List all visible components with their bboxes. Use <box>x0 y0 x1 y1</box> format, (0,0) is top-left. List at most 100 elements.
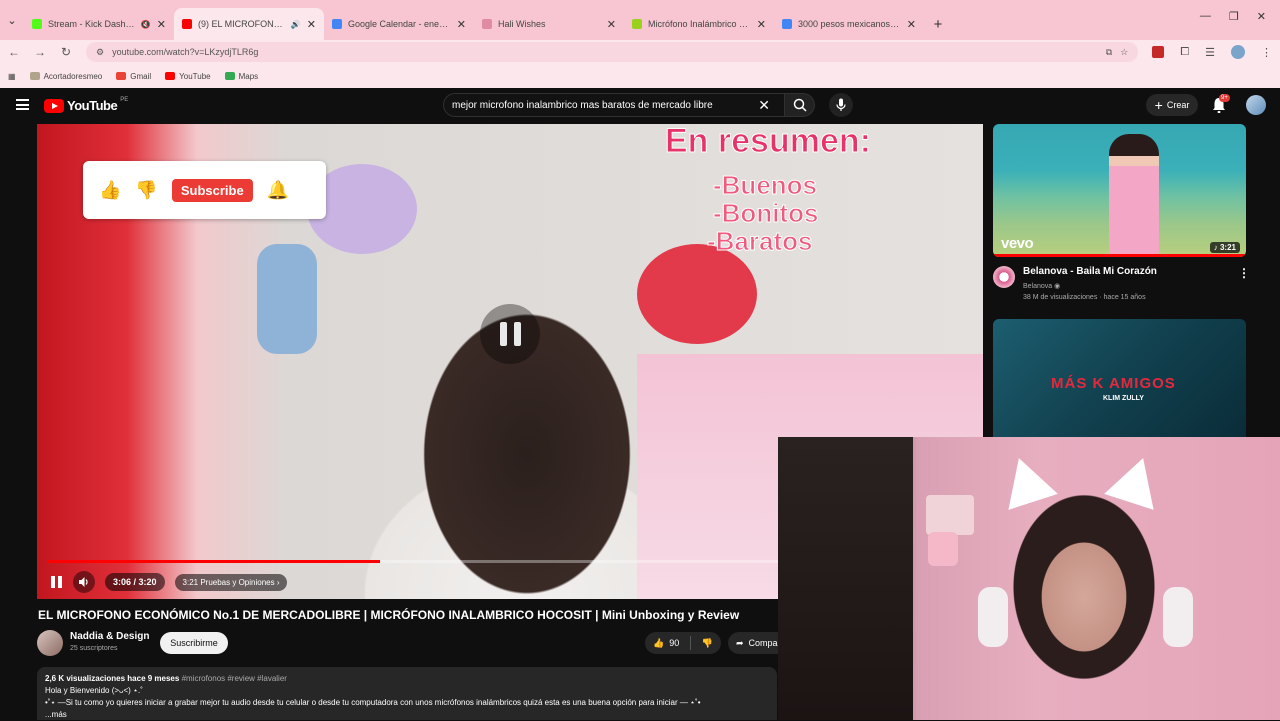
close-tab-icon[interactable]: ✕ <box>307 18 316 31</box>
bookmark-maps[interactable]: Maps <box>224 72 258 81</box>
description-line: •˚⋆ —Si tu como yo quieres iniciar a gra… <box>45 698 701 707</box>
install-app-icon[interactable]: ⧉ <box>1106 47 1112 58</box>
show-more-link[interactable]: ...más <box>45 709 769 721</box>
thumbnail-figure <box>1109 134 1159 257</box>
subscriber-count: 25 suscriptores <box>70 645 118 652</box>
address-bar[interactable]: ⚙ youtube.com/watch?v=LKzydjTLR6g ⧉ ☆ <box>86 42 1139 62</box>
bookmark-youtube[interactable]: YouTube <box>165 71 211 81</box>
extension-icon[interactable] <box>1152 46 1165 58</box>
apps-grid-icon[interactable]: ▦ <box>8 72 16 81</box>
maps-icon <box>224 72 235 80</box>
close-tab-icon[interactable]: ✕ <box>457 18 466 31</box>
tab-hali-wishes[interactable]: Hali Wishes ✕ <box>474 8 624 40</box>
more-actions-icon[interactable]: ⋮ <box>1238 266 1250 280</box>
tab-title: 3000 pesos mexicanos a soles <box>798 19 901 29</box>
close-window-icon[interactable]: ✕ <box>1257 10 1266 23</box>
webcam-background-bag <box>928 532 958 566</box>
pause-bar <box>513 322 521 346</box>
overlay-line: -Bonitos <box>712 198 819 229</box>
volume-button[interactable] <box>73 571 95 593</box>
overlay-line: -Buenos <box>713 170 818 201</box>
pause-button[interactable] <box>51 576 63 588</box>
recommended-channel-name[interactable]: Belanova ◉ <box>1023 282 1060 290</box>
channel-name[interactable]: Naddia & Design <box>70 631 149 642</box>
channel-avatar[interactable] <box>37 630 63 656</box>
restore-icon[interactable]: ❐ <box>1229 10 1239 23</box>
bookmark-acortadores[interactable]: Acortadoresmeo <box>29 71 103 81</box>
clear-search-icon[interactable]: ✕ <box>758 97 770 114</box>
tab-currency-search[interactable]: 3000 pesos mexicanos a soles ✕ <box>774 8 924 40</box>
view-count: 2,6 K visualizaciones <box>45 674 126 683</box>
bookmark-label: Acortadoresmeo <box>43 71 103 81</box>
profile-avatar[interactable] <box>1231 45 1245 59</box>
google-favicon-icon <box>782 19 792 29</box>
reload-icon[interactable]: ↻ <box>60 45 72 59</box>
notification-count-badge: 9+ <box>1219 94 1230 102</box>
muted-icon[interactable]: 🔇 <box>141 20 151 29</box>
notifications-button[interactable]: 9+ <box>1211 94 1230 114</box>
tab-title: Hali Wishes <box>498 19 546 29</box>
account-avatar[interactable] <box>1246 95 1266 115</box>
minimize-icon[interactable]: — <box>1200 10 1211 23</box>
new-tab-button[interactable]: + <box>924 8 952 40</box>
reading-list-icon[interactable]: ☰ <box>1205 46 1215 59</box>
browser-tab-strip: ⌄ Stream - Kick Dashboard 🔇 ✕ (9) EL MIC… <box>0 0 1280 40</box>
close-tab-icon[interactable]: ✕ <box>757 18 766 31</box>
webcam-background-closet <box>778 437 913 720</box>
search-input[interactable]: mejor microfono inalambrico mas baratos … <box>443 93 785 117</box>
dislike-button[interactable]: 👎 <box>702 638 713 649</box>
tab-google-calendar[interactable]: Google Calendar - enero de 20... ✕ <box>324 8 474 40</box>
progress-fill <box>47 560 381 563</box>
recommended-video-thumbnail[interactable]: MÁS K AMIGOS KLIM ZULLY <box>993 319 1246 437</box>
recommended-video-meta: 38 M de visualizaciones · hace 15 años <box>1023 294 1146 301</box>
site-info-icon[interactable]: ⚙ <box>96 47 104 58</box>
browser-toolbar: ← → ↻ ⚙ youtube.com/watch?v=LKzydjTLR6g … <box>0 40 1280 64</box>
description-meta: 2,6 K visualizaciones hace 9 meses #micr… <box>45 673 769 685</box>
url-text[interactable]: youtube.com/watch?v=LKzydjTLR6g <box>112 47 1098 57</box>
overlay-headline: En resumen: <box>665 124 872 161</box>
bookmark-label: YouTube <box>179 71 211 81</box>
verified-icon: ◉ <box>1054 283 1061 290</box>
extensions-puzzle-icon[interactable]: ⧠ <box>1180 46 1189 59</box>
recommended-video-title[interactable]: Belanova - Baila Mi Corazón <box>1023 266 1157 277</box>
page-favicon-icon <box>632 19 642 29</box>
tab-microfono-hollyland[interactable]: Micrófono Inalámbrico Hollyla... ✕ <box>624 8 774 40</box>
subscribe-button[interactable]: Suscribirme <box>160 632 228 654</box>
tab-youtube-video[interactable]: (9) EL MICROFONO ECONÓ 🔊 ✕ <box>174 8 324 40</box>
in-video-subscribe-card: 👍 👎 Subscribe 🔔 <box>83 161 326 219</box>
forward-icon[interactable]: → <box>34 45 46 59</box>
youtube-logo[interactable]: YouTube PE <box>44 97 128 113</box>
description-box[interactable]: 2,6 K visualizaciones hace 9 meses #micr… <box>37 667 777 720</box>
tab-kick-dashboard[interactable]: Stream - Kick Dashboard 🔇 ✕ <box>24 8 174 40</box>
recommended-video-thumbnail[interactable]: vevo ♪ 3:21 <box>993 124 1246 257</box>
guide-menu-icon[interactable] <box>16 99 29 110</box>
thumbs-up-icon: 👍 <box>99 179 122 200</box>
divider <box>690 636 691 650</box>
create-button[interactable]: + Crear <box>1146 94 1198 116</box>
search-query-text[interactable]: mejor microfono inalambrico mas baratos … <box>452 100 758 111</box>
chapter-button[interactable]: 3:21 Pruebas y Opiniones › <box>174 573 288 591</box>
tab-search-icon[interactable]: ⌄ <box>0 0 24 40</box>
like-button[interactable]: 👍 <box>653 638 664 649</box>
like-count: 90 <box>669 638 680 648</box>
back-icon[interactable]: ← <box>8 45 20 59</box>
calendar-favicon-icon <box>332 19 342 29</box>
folder-icon <box>29 72 40 80</box>
headset-earcup-left <box>978 587 1008 647</box>
upload-age: hace 9 meses <box>127 674 180 683</box>
search-button[interactable] <box>785 93 815 117</box>
bookmark-gmail[interactable]: Gmail <box>116 72 151 81</box>
bookmarks-bar: ▦ Acortadoresmeo Gmail YouTube Maps <box>0 64 1280 88</box>
close-tab-icon[interactable]: ✕ <box>907 18 916 31</box>
close-tab-icon[interactable]: ✕ <box>607 18 616 31</box>
recommended-channel-avatar[interactable] <box>993 266 1015 288</box>
bookmark-star-icon[interactable]: ☆ <box>1120 47 1128 58</box>
close-tab-icon[interactable]: ✕ <box>157 18 166 31</box>
hashtags[interactable]: #microfonos #review #lavalier <box>182 674 287 683</box>
duration-text: 3:21 <box>1219 243 1236 252</box>
voice-search-button[interactable] <box>829 93 853 117</box>
kick-favicon-icon <box>32 19 42 29</box>
browser-menu-icon[interactable]: ⋮ <box>1261 46 1272 59</box>
audio-playing-icon[interactable]: 🔊 <box>291 20 301 29</box>
center-pause-indicator[interactable] <box>480 304 540 364</box>
